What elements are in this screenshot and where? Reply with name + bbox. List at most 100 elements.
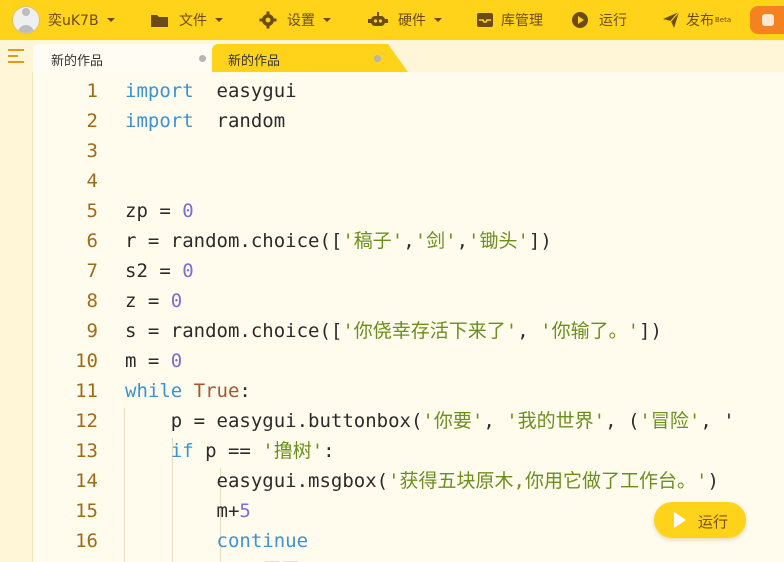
code-text: m = 0: [125, 346, 182, 376]
publish-label: 发布: [686, 13, 714, 29]
unsaved-dot-icon[interactable]: [199, 55, 206, 62]
folder-icon: [151, 15, 168, 27]
outline-toggle-icon[interactable]: [8, 49, 24, 63]
extra-menu-button[interactable]: [750, 6, 784, 34]
code-token: easygui: [193, 80, 297, 102]
code-text: import random: [125, 106, 285, 136]
file-menu[interactable]: 文件: [150, 0, 223, 40]
code-line[interactable]: 3: [33, 136, 784, 166]
play-icon: [674, 512, 686, 528]
code-line[interactable]: 4: [33, 166, 784, 196]
run-menu-button[interactable]: 运行: [571, 0, 627, 40]
code-token: import: [125, 80, 194, 102]
line-number: 16: [75, 530, 98, 552]
code-line[interactable]: 7 s2 = 0: [33, 256, 784, 286]
code-line[interactable]: 13 if p == '撸树':: [33, 436, 784, 466]
code-token: '撸树': [262, 440, 324, 462]
tab-new-work-1[interactable]: 新的作品: [33, 44, 219, 72]
tab-new-work-2[interactable]: 新的作品: [212, 44, 408, 72]
code-text: while True:: [125, 376, 251, 406]
line-number: 1: [86, 80, 98, 102]
file-menu-label: 文件: [179, 13, 207, 29]
line-number: 10: [75, 350, 98, 372]
code-text: r = random.choice(['稿子','剑','锄头']): [125, 226, 552, 256]
tab-bar: 新的作品 新的作品: [0, 40, 784, 73]
code-text: import easygui: [125, 76, 297, 106]
code-token: continue: [125, 530, 309, 552]
code-token: ,: [517, 320, 541, 342]
code-token: '你要': [422, 410, 484, 432]
code-token: ): [707, 470, 719, 492]
line-number: 6: [86, 230, 98, 252]
beta-badge: Beta: [715, 16, 732, 24]
code-token: '获得五块原木,你用它做了工作台。': [388, 470, 708, 492]
code-token: , (: [605, 410, 640, 432]
unsaved-dot-icon[interactable]: [374, 55, 381, 62]
code-text: if p == '撸树':: [125, 436, 335, 466]
code-token: ,: [456, 230, 469, 252]
line-number: 4: [86, 170, 98, 192]
run-menu-label: 运行: [599, 13, 627, 29]
hardware-menu[interactable]: 硬件: [368, 0, 442, 40]
app-icon: [762, 14, 774, 26]
code-line[interactable]: 12 p = easygui.buttonbox('你要', '我的世界', (…: [33, 406, 784, 436]
gear-icon: [259, 11, 277, 29]
code-text: m+5: [125, 496, 251, 526]
code-token: easygui.msgbox(: [125, 470, 389, 492]
line-number: 14: [75, 470, 98, 492]
tab-label: 新的作品: [228, 54, 281, 69]
chevron-down-icon: [323, 18, 331, 22]
code-line[interactable]: 9 s = random.choice(['你侥幸存活下来了', '你输了。']): [33, 316, 784, 346]
code-token: p ==: [193, 440, 263, 462]
line-number: 5: [86, 200, 98, 222]
line-number: 2: [86, 110, 98, 132]
code-editor[interactable]: 1 import easygui 2 import random 3 4 5 zp = 0 6 r…: [33, 72, 784, 562]
code-token: if: [125, 440, 194, 462]
code-line[interactable]: 6 r = random.choice(['稿子','剑','锄头']): [33, 226, 784, 256]
code-token: 5: [239, 500, 251, 522]
top-menubar: 奕uK7B 文件 设置 硬件 库管理 运行 发布 Beta: [0, 0, 784, 40]
chevron-down-icon: [434, 18, 442, 22]
code-token: :: [239, 380, 251, 402]
code-token: , ': [700, 410, 735, 432]
line-number: 12: [75, 410, 98, 432]
code-line[interactable]: 14 easygui.msgbox('获得五块原木,你用它做了工作台。'): [33, 466, 784, 496]
code-line[interactable]: 罚罚: [33, 556, 784, 562]
run-button[interactable]: 运行: [654, 502, 746, 538]
code-text: z = 0: [125, 286, 182, 316]
play-circle-icon: [572, 12, 588, 28]
line-number: 8: [86, 290, 98, 312]
code-line[interactable]: 11 while True:: [33, 376, 784, 406]
settings-menu[interactable]: 设置: [259, 0, 331, 40]
code-line[interactable]: 10 m = 0: [33, 346, 784, 376]
user-name: 奕uK7B: [48, 13, 99, 29]
code-token: while: [125, 380, 194, 402]
code-token: '你侥幸存活下来了': [342, 320, 518, 342]
code-token: '你输了。': [540, 320, 640, 342]
hardware-menu-label: 硬件: [398, 13, 426, 29]
code-line[interactable]: 5 zp = 0: [33, 196, 784, 226]
avatar: [12, 6, 40, 34]
run-button-label: 运行: [698, 513, 729, 531]
code-token: ,: [483, 410, 507, 432]
left-rail: [0, 72, 33, 562]
code-line[interactable]: 1 import easygui: [33, 76, 784, 106]
line-number: 15: [75, 500, 98, 522]
code-line[interactable]: 2 import random: [33, 106, 784, 136]
library-label: 库管理: [501, 13, 543, 29]
code-line[interactable]: 8 z = 0: [33, 286, 784, 316]
code-token: '冒险': [639, 410, 701, 432]
line-number: 7: [86, 260, 98, 282]
publish-button[interactable]: 发布 Beta: [662, 0, 731, 40]
line-number: 3: [86, 140, 98, 162]
library-button[interactable]: 库管理: [476, 0, 543, 40]
user-menu[interactable]: 奕uK7B: [12, 0, 115, 40]
code-token: ]): [528, 230, 552, 252]
code-token: m+: [125, 500, 240, 522]
code-text: 罚罚: [125, 556, 300, 562]
code-token: 0: [182, 200, 194, 222]
code-text: zp = 0: [125, 196, 194, 226]
code-token: '剑': [414, 230, 457, 252]
line-number: 13: [75, 440, 98, 462]
code-token: z =: [125, 290, 171, 312]
